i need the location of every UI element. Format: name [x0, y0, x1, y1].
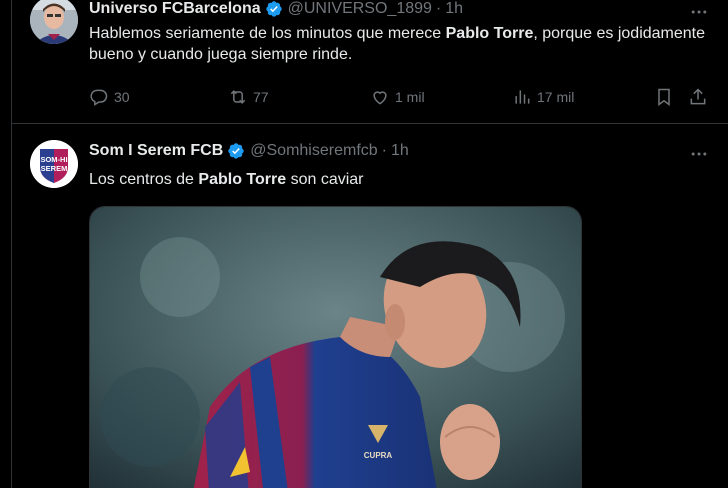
avatar[interactable]: SOM-HI SEREM	[30, 140, 78, 188]
player-celebration-photo: CUPRA	[90, 207, 581, 488]
reply-count: 30	[114, 89, 130, 105]
author-name[interactable]: Som I Serem FCB	[89, 142, 223, 160]
reply-button[interactable]: 30	[89, 86, 130, 108]
timeline: Universo FCBarcelona @UNIVERSO_1899 · 1h…	[11, 0, 728, 488]
action-bar: 30 77 1 mil 17 mil	[89, 86, 709, 108]
repost-icon	[230, 90, 246, 104]
like-count: 1 mil	[395, 89, 425, 105]
views-button[interactable]: 17 mil	[512, 86, 574, 108]
svg-text:SEREM: SEREM	[41, 164, 68, 173]
reply-icon	[90, 89, 108, 106]
avatar[interactable]	[30, 0, 78, 44]
tweet-text: Los centros de Pablo Torre son caviar	[89, 169, 709, 190]
verified-badge-icon	[228, 143, 244, 159]
tweet[interactable]: SOM-HI SEREM Som I Serem FCB @Somhiserem…	[12, 124, 728, 488]
like-button[interactable]: 1 mil	[370, 86, 425, 108]
views-count: 17 mil	[537, 89, 575, 105]
text-highlight: Pablo Torre	[445, 25, 534, 42]
som-hi-serem-logo: SOM-HI SEREM	[30, 140, 78, 188]
timestamp[interactable]: 1h	[445, 0, 463, 18]
tweet-text: Hablemos seriamente de los minutos que m…	[89, 23, 709, 65]
repost-button[interactable]: 77	[228, 86, 269, 108]
tweet-header: Universo FCBarcelona @UNIVERSO_1899 · 1h	[89, 0, 463, 18]
separator-dot: ·	[381, 142, 387, 159]
text-segment: Los centros de	[89, 171, 199, 188]
separator-dot: ·	[435, 0, 442, 17]
share-button[interactable]	[688, 86, 713, 108]
author-name[interactable]: Universo FCBarcelona	[89, 0, 261, 18]
author-handle[interactable]: @Somhiseremfcb	[250, 142, 377, 160]
verified-badge-icon	[265, 1, 282, 17]
text-segment: Hablemos seriamente de los minutos que m…	[89, 25, 446, 42]
svg-text:SOM-HI: SOM-HI	[40, 155, 67, 164]
views-icon	[515, 90, 530, 104]
author-handle[interactable]: @UNIVERSO_1899	[288, 0, 432, 18]
text-highlight: Pablo Torre	[198, 171, 287, 188]
bookmark-icon	[658, 88, 670, 106]
tweet-photo[interactable]: CUPRA	[89, 206, 582, 488]
more-icon[interactable]	[689, 144, 709, 164]
like-icon	[373, 91, 387, 105]
jersey-sponsor-text: CUPRA	[364, 451, 393, 460]
tweet[interactable]: Universo FCBarcelona @UNIVERSO_1899 · 1h…	[12, 0, 728, 124]
repost-count: 77	[253, 89, 269, 105]
timestamp[interactable]: 1h	[391, 142, 409, 160]
share-icon	[690, 88, 706, 105]
more-icon[interactable]	[689, 2, 709, 22]
bookmark-button[interactable]	[654, 86, 679, 108]
tweet-header: Som I Serem FCB @Somhiseremfcb · 1h	[89, 142, 409, 160]
text-segment: son caviar	[286, 171, 364, 188]
avatar-image	[30, 0, 78, 44]
